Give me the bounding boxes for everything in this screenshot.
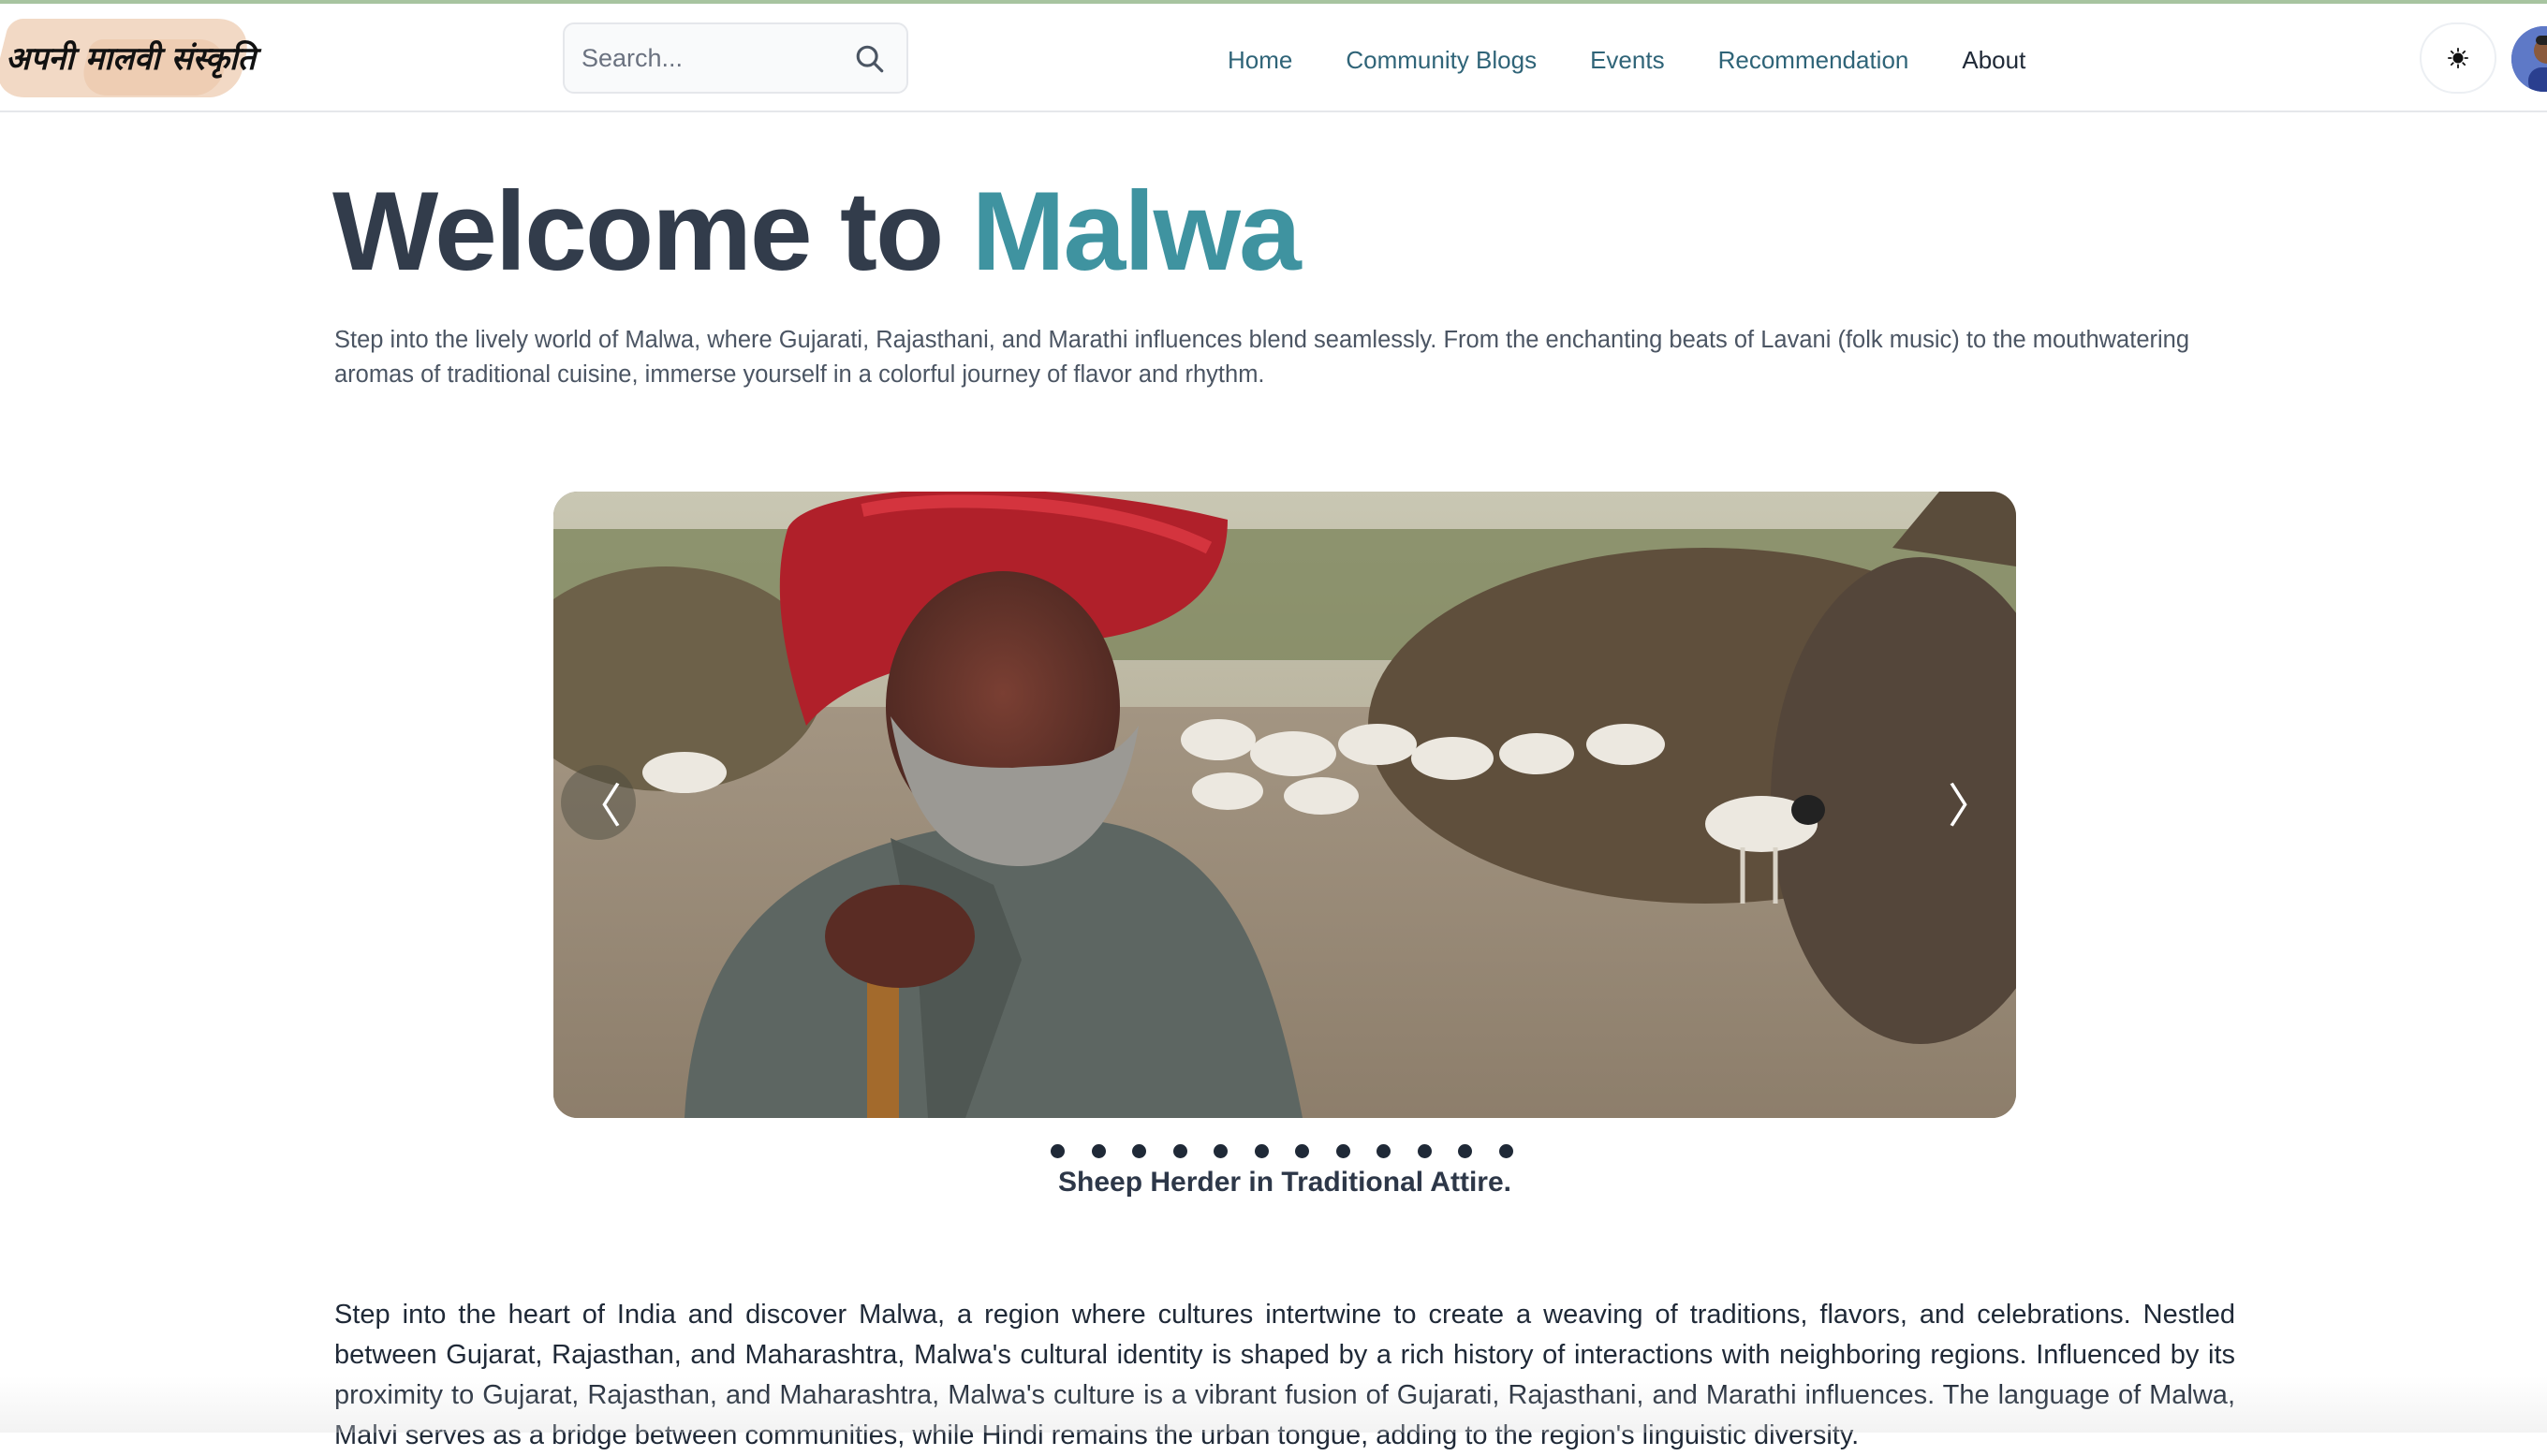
chevron-left-icon: 〈: [575, 779, 622, 833]
sun-icon: [2448, 48, 2468, 68]
nav-events[interactable]: Events: [1590, 39, 1665, 81]
carousel-dot[interactable]: [1051, 1144, 1065, 1158]
carousel-dot[interactable]: [1377, 1144, 1391, 1158]
carousel-dot[interactable]: [1335, 1144, 1350, 1158]
title-prefix: Welcome to: [332, 169, 972, 294]
carousel-dot[interactable]: [1458, 1144, 1472, 1158]
intro-text: Step into the lively world of Malwa, whe…: [334, 327, 2190, 388]
page-title: Welcome to Malwa: [332, 167, 1302, 296]
search-icon[interactable]: [854, 43, 886, 75]
navbar: अपनी मालवी संस्कृति Home Community Blogs…: [0, 4, 2547, 112]
image-carousel: 〈 〉: [553, 492, 2016, 1118]
theme-toggle-button[interactable]: [2420, 22, 2496, 94]
carousel-indicators: [1051, 1144, 1513, 1158]
carousel-dot[interactable]: [1417, 1144, 1432, 1158]
main-nav: Home Community Blogs Events Recommendati…: [1228, 39, 2025, 81]
carousel-dot[interactable]: [1254, 1144, 1269, 1158]
nav-about[interactable]: About: [1962, 39, 2025, 81]
carousel-dot[interactable]: [1172, 1144, 1187, 1158]
carousel-dot[interactable]: [1214, 1144, 1228, 1158]
carousel-next-button[interactable]: 〉: [1934, 765, 2009, 840]
avatar-image: [2511, 26, 2547, 92]
nav-community-blogs[interactable]: Community Blogs: [1346, 39, 1537, 81]
carousel-caption: Sheep Herder in Traditional Attire.: [1058, 1167, 1511, 1198]
carousel-slide-image: [553, 492, 2016, 1118]
search-input[interactable]: [582, 37, 844, 79]
carousel-dot[interactable]: [1091, 1144, 1106, 1158]
logo-text: अपनी मालवी संस्कृति: [6, 40, 257, 78]
carousel-dot[interactable]: [1498, 1144, 1513, 1158]
carousel-dot[interactable]: [1132, 1144, 1146, 1158]
bottom-shadow: [0, 1376, 2547, 1433]
carousel-dot[interactable]: [1295, 1144, 1309, 1158]
nav-home[interactable]: Home: [1228, 39, 1292, 81]
user-avatar[interactable]: [2511, 26, 2547, 92]
search-box: [563, 22, 908, 94]
chevron-right-icon: 〉: [1948, 779, 1995, 833]
carousel-prev-button[interactable]: 〈: [561, 765, 636, 840]
nav-recommendation[interactable]: Recommendation: [1718, 39, 1909, 81]
title-accent: Malwa: [971, 169, 1302, 294]
site-logo[interactable]: अपनी मालवी संस्कृति: [0, 19, 256, 97]
